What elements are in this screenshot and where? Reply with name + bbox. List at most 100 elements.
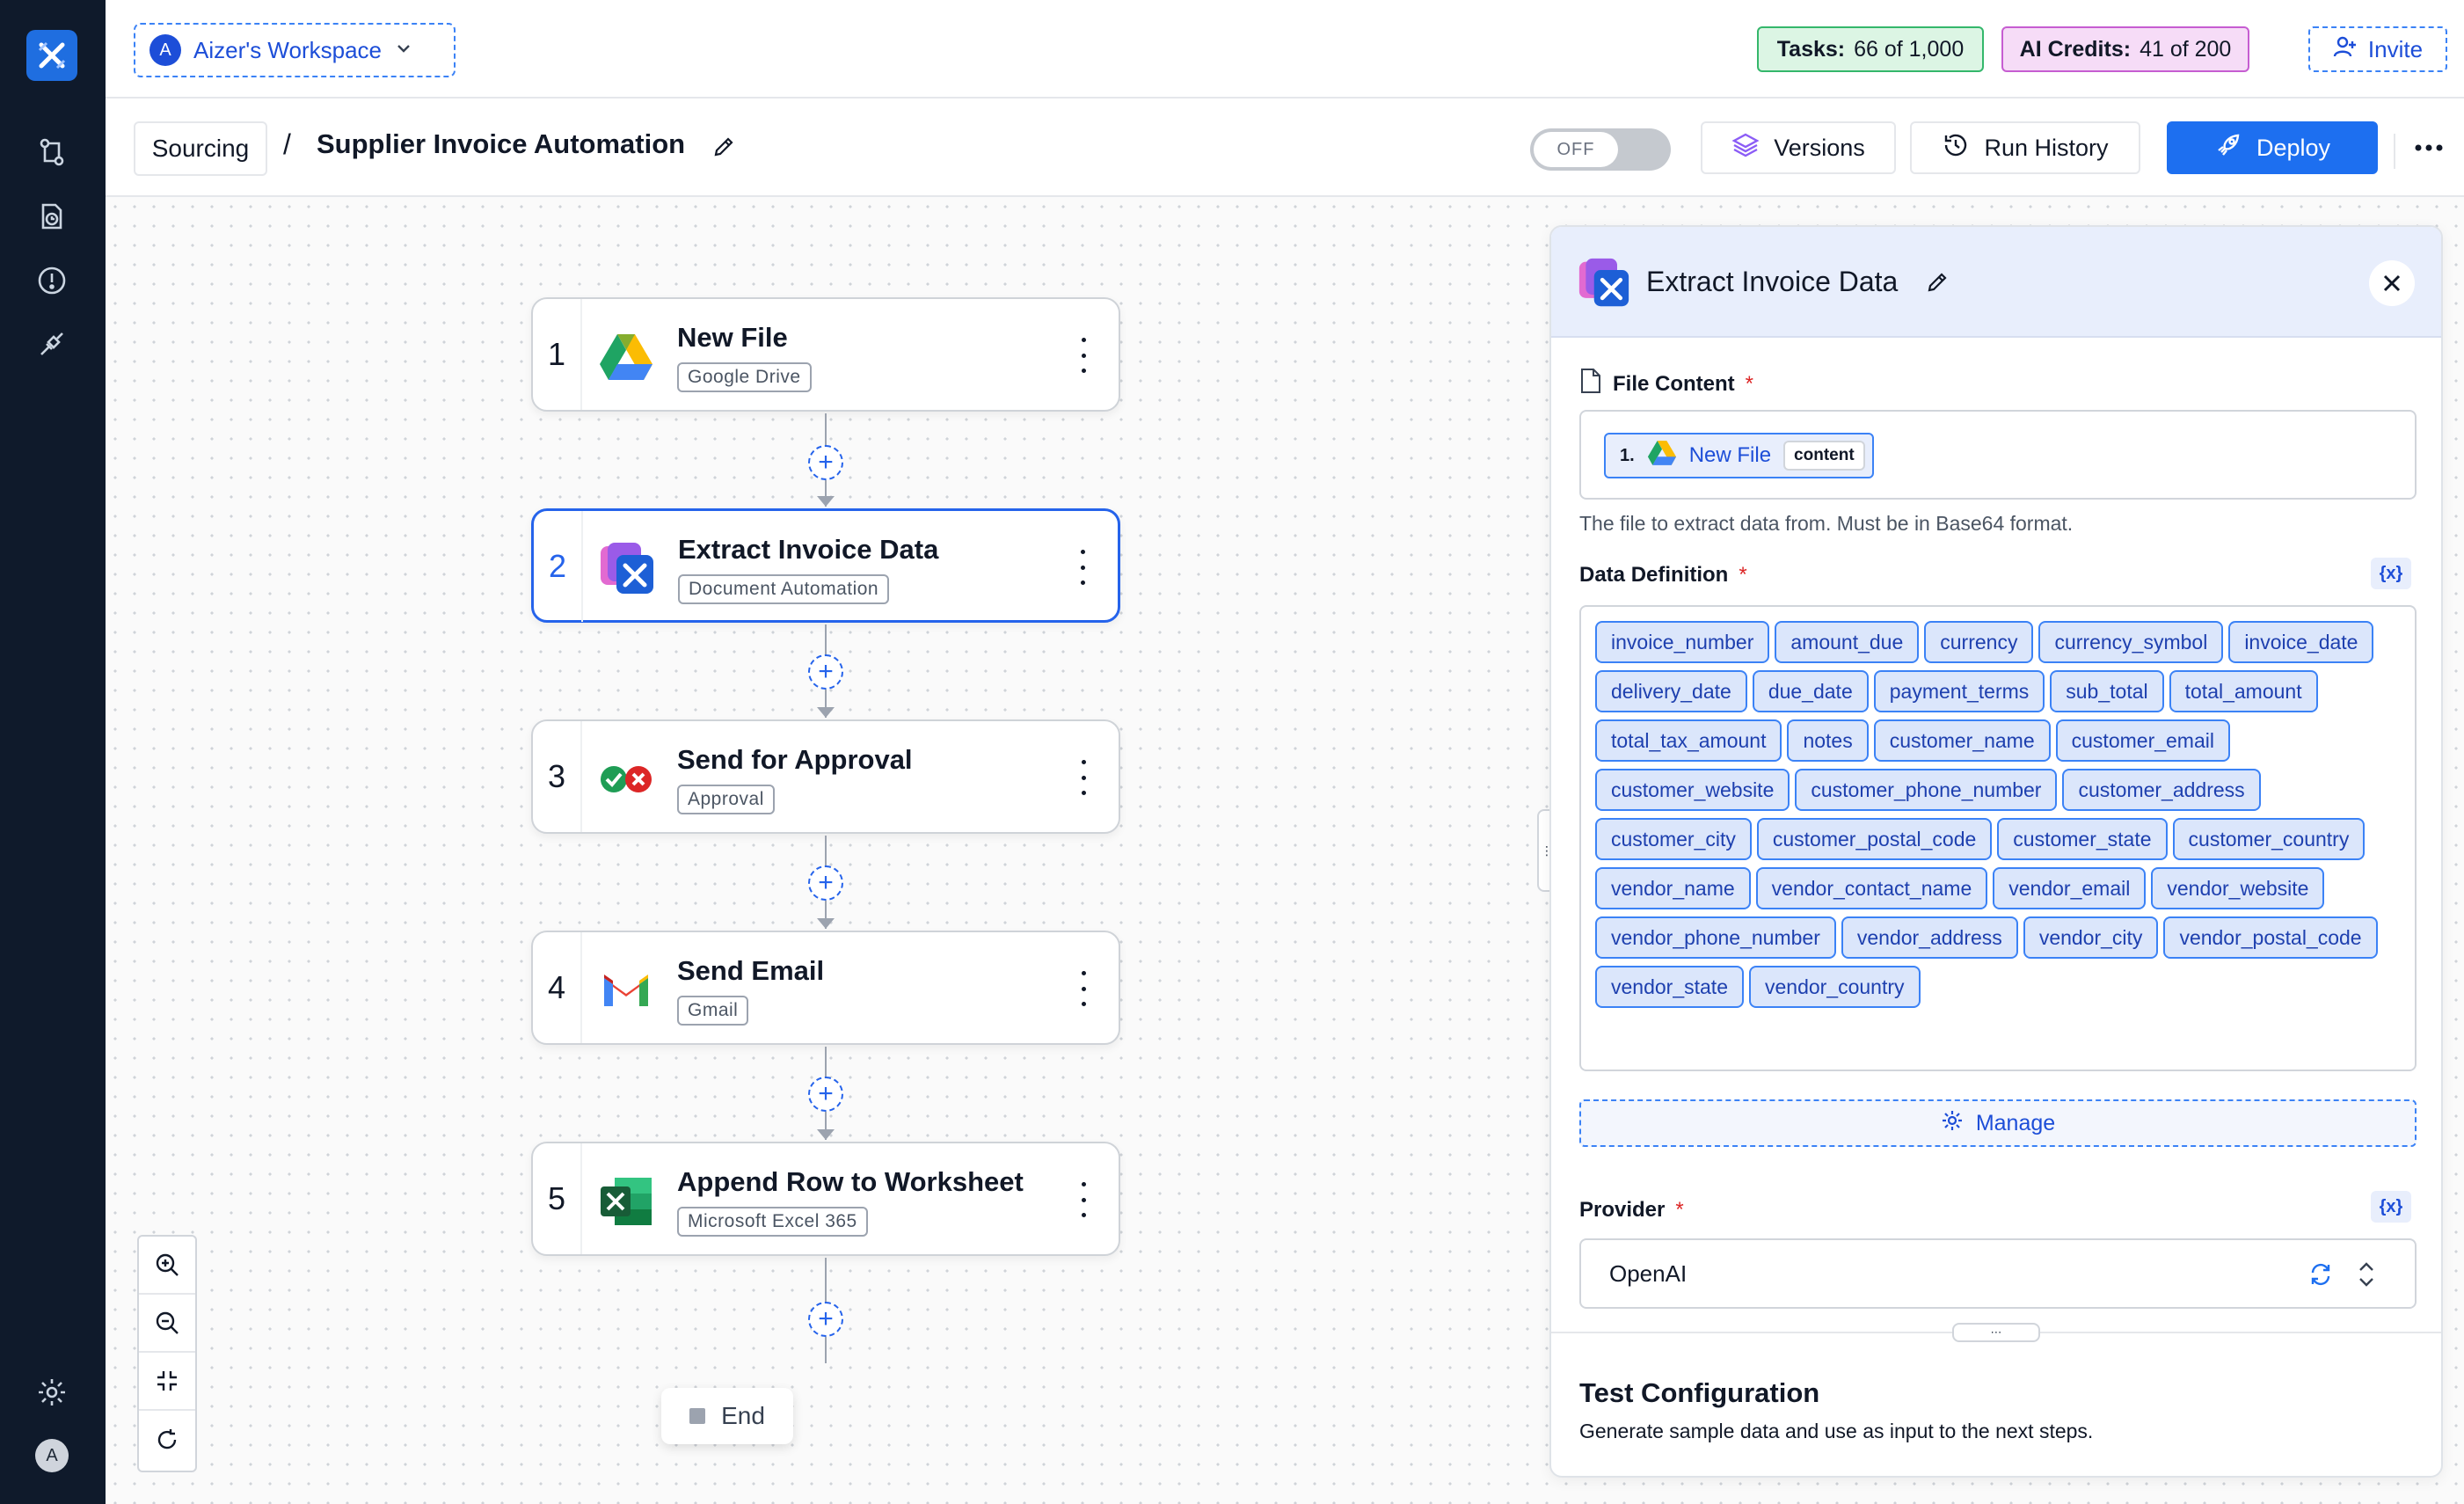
field-chip[interactable]: customer_country	[2172, 818, 2366, 860]
top-bar: A Aizer's Workspace Tasks: 66 of 1,000 A…	[106, 0, 2464, 99]
provider-select[interactable]: OpenAI	[1579, 1238, 2417, 1309]
field-chip[interactable]: customer_city	[1595, 818, 1752, 860]
field-chip[interactable]: delivery_date	[1595, 670, 1747, 712]
field-chip[interactable]: vendor_postal_code	[2163, 916, 2378, 959]
field-chip[interactable]: currency_symbol	[2038, 621, 2224, 663]
add-user-icon	[2333, 34, 2358, 65]
node-menu-icon[interactable]	[1075, 338, 1092, 373]
add-step-plus-icon[interactable]: +	[808, 654, 843, 690]
field-chip[interactable]: total_amount	[2169, 670, 2318, 712]
insert-variable-button[interactable]: {x}	[2371, 558, 2411, 589]
edit-title-pencil-icon[interactable]	[712, 135, 735, 158]
test-configuration-description: Generate sample data and use as input to…	[1579, 1420, 2094, 1442]
versions-button[interactable]: Versions	[1701, 121, 1896, 174]
flow-node-new-file[interactable]: 1 New File Google Drive	[531, 297, 1120, 412]
file-content-input[interactable]: 1. New File content	[1579, 410, 2417, 500]
flows-nav-icon[interactable]	[33, 134, 70, 171]
field-chip[interactable]: vendor_email	[1993, 867, 2147, 909]
field-chip[interactable]: customer_name	[1873, 719, 2051, 762]
node-menu-icon[interactable]	[1074, 550, 1091, 585]
flow-node-send-email[interactable]: 4 Send Email Gmail	[531, 931, 1120, 1045]
flow-node-extract-invoice-data[interactable]: 2 Extract Invoice Data Document Automati…	[531, 508, 1120, 623]
ai-credits-badge: AI Credits: 41 of 200	[2001, 26, 2249, 72]
field-chip[interactable]: vendor_contact_name	[1755, 867, 1988, 909]
fit-view-icon[interactable]	[139, 1353, 195, 1411]
workspace-selector[interactable]: A Aizer's Workspace	[134, 23, 456, 77]
data-definition-fields: invoice_number amount_due currency currency…	[1579, 605, 2417, 1071]
field-chip[interactable]: amount_due	[1775, 621, 1920, 663]
field-chip[interactable]: invoice_date	[2228, 621, 2374, 663]
panel-title: Extract Invoice Data	[1646, 266, 1899, 297]
credits-value: 41 of 200	[2140, 36, 2232, 62]
reset-view-icon[interactable]	[139, 1411, 195, 1469]
manage-fields-button[interactable]: Manage	[1579, 1099, 2417, 1147]
connections-nav-icon[interactable]	[33, 325, 70, 362]
document-automation-icon	[599, 541, 655, 597]
more-options-icon[interactable]	[2409, 128, 2448, 167]
field-chip[interactable]: invoice_number	[1595, 621, 1770, 663]
file-content-help: The file to extract data from. Must be i…	[1579, 512, 2074, 535]
node-menu-icon[interactable]	[1075, 1182, 1092, 1217]
field-chip[interactable]: vendor_website	[2151, 867, 2325, 909]
field-chip[interactable]: vendor_city	[2023, 916, 2159, 959]
node-menu-icon[interactable]	[1075, 971, 1092, 1006]
chip-step-number: 1.	[1620, 445, 1635, 465]
field-chip[interactable]: sub_total	[2050, 670, 2164, 712]
step-number: 5	[533, 1143, 582, 1254]
end-node: End	[661, 1388, 793, 1444]
field-chip[interactable]: customer_phone_number	[1795, 769, 2058, 811]
file-content-label-text: File Content	[1613, 371, 1735, 396]
field-chip[interactable]: customer_website	[1595, 769, 1790, 811]
breadcrumb-parent[interactable]: Sourcing	[134, 121, 267, 176]
field-chip[interactable]: notes	[1787, 719, 1869, 762]
connector-arrow-icon	[817, 918, 835, 929]
file-variable-chip[interactable]: 1. New File content	[1604, 433, 1874, 478]
insert-variable-button[interactable]: {x}	[2371, 1191, 2411, 1223]
add-step-plus-icon[interactable]: +	[808, 865, 843, 901]
flow-node-append-row[interactable]: 5 Append Row to Worksheet Microsoft Exce…	[531, 1142, 1120, 1256]
field-chip[interactable]: customer_address	[2062, 769, 2261, 811]
field-chip[interactable]: customer_email	[2055, 719, 2230, 762]
add-step-plus-icon[interactable]: +	[808, 1302, 843, 1337]
invite-button[interactable]: Invite	[2308, 26, 2447, 72]
node-menu-icon[interactable]	[1075, 760, 1092, 795]
issues-nav-icon[interactable]	[33, 262, 70, 299]
add-step-plus-icon[interactable]: +	[808, 1077, 843, 1112]
field-chip[interactable]: currency	[1924, 621, 2034, 663]
deploy-label: Deploy	[2256, 134, 2331, 161]
section-resize-handle[interactable]: ⋯	[1952, 1323, 2040, 1342]
run-history-button[interactable]: Run History	[1910, 121, 2140, 174]
field-chip[interactable]: vendor_name	[1595, 867, 1751, 909]
field-chip[interactable]: vendor_state	[1595, 966, 1744, 1008]
step-number: 1	[533, 299, 582, 410]
field-chip[interactable]: vendor_phone_number	[1595, 916, 1836, 959]
field-chip[interactable]: payment_terms	[1873, 670, 2045, 712]
flow-node-send-for-approval[interactable]: 3 Send for Approval Approval	[531, 719, 1120, 834]
refresh-icon[interactable]	[2307, 1261, 2334, 1288]
connector-arrow-icon	[817, 1129, 835, 1140]
close-icon[interactable]	[2369, 260, 2415, 306]
field-chip[interactable]: vendor_address	[1841, 916, 2018, 959]
flow-enable-toggle[interactable]: OFF	[1530, 128, 1671, 171]
edit-step-name-pencil-icon[interactable]	[1926, 271, 1949, 294]
app-logo-icon[interactable]	[26, 30, 77, 81]
user-avatar[interactable]: A	[35, 1439, 69, 1472]
field-chip[interactable]: customer_state	[1997, 818, 2168, 860]
runs-nav-icon[interactable]	[33, 199, 70, 236]
provider-value: OpenAI	[1609, 1259, 1688, 1287]
run-history-label: Run History	[1984, 134, 2109, 161]
settings-gear-icon[interactable]	[33, 1374, 70, 1411]
zoom-in-icon[interactable]	[139, 1237, 195, 1295]
deploy-button[interactable]: Deploy	[2167, 121, 2378, 174]
chevron-down-icon	[394, 37, 413, 64]
file-content-label: File Content *	[1579, 368, 1753, 400]
approval-icon	[598, 751, 654, 807]
zoom-out-icon[interactable]	[139, 1295, 195, 1353]
field-chip[interactable]: customer_postal_code	[1756, 818, 1993, 860]
test-configuration-title: Test Configuration	[1579, 1377, 1820, 1408]
field-chip[interactable]: due_date	[1752, 670, 1869, 712]
add-step-plus-icon[interactable]: +	[808, 445, 843, 480]
field-chip[interactable]: vendor_country	[1748, 966, 1921, 1008]
node-app-tag: Microsoft Excel 365	[677, 1207, 868, 1237]
field-chip[interactable]: total_tax_amount	[1595, 719, 1782, 762]
